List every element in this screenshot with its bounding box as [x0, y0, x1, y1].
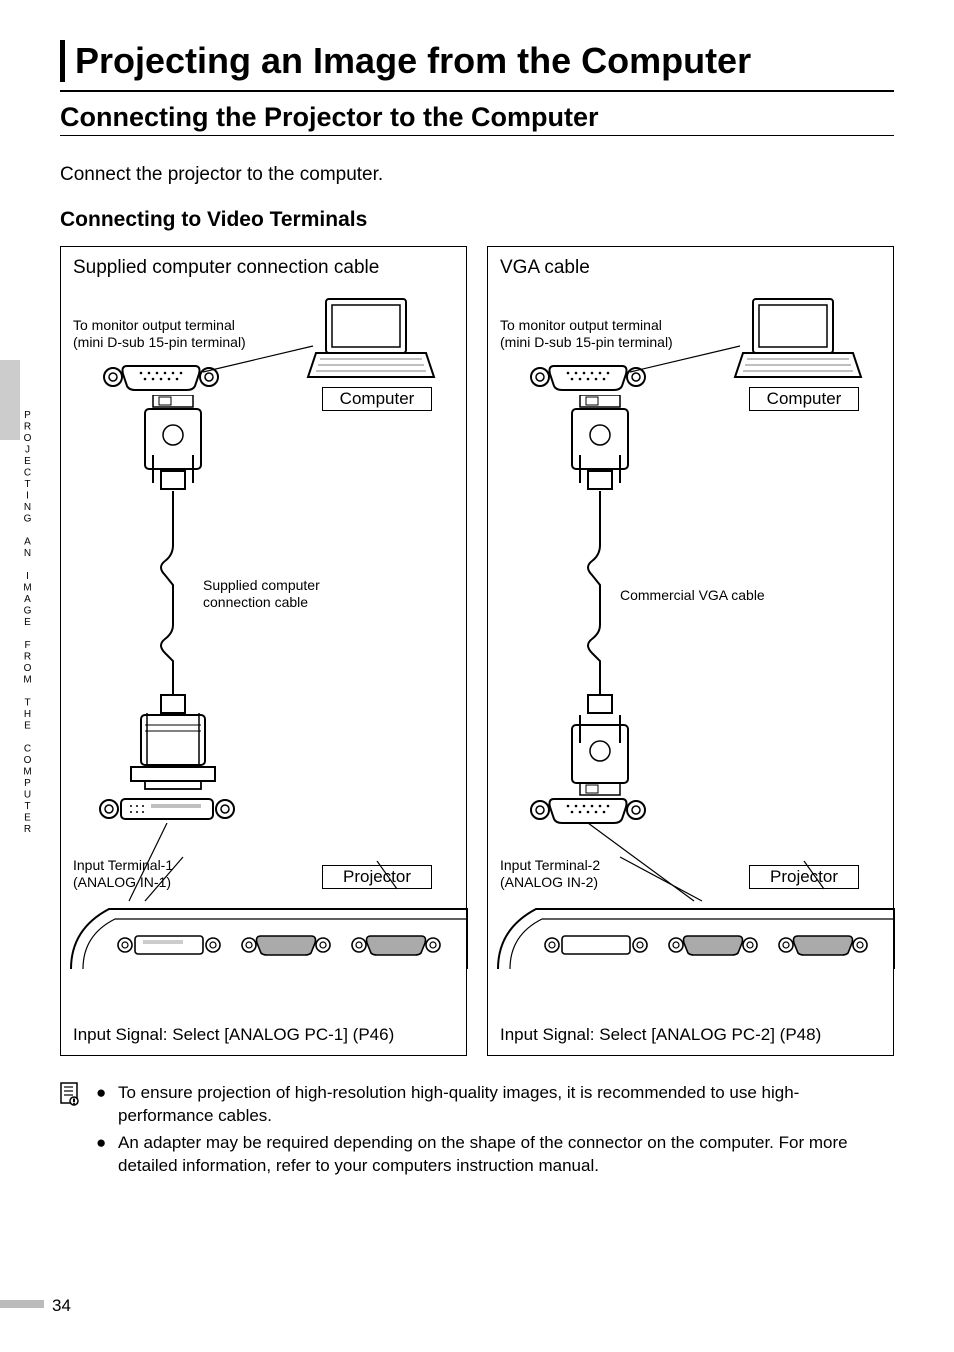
note-item-2: ● An adapter may be required depending o…: [96, 1132, 894, 1178]
note-item-1: ● To ensure projection of high-resolutio…: [96, 1082, 894, 1128]
page-title: Projecting an Image from the Computer: [75, 40, 894, 82]
diagram-left: To monitor output terminal (mini D-sub 1…: [73, 287, 454, 967]
projector-panel-left: [69, 899, 469, 971]
leader-top-left: [203, 342, 323, 382]
page-number: 34: [52, 1296, 71, 1316]
cable-assembly-right: [550, 395, 670, 815]
cable-label-left: Supplied computer connection cable: [203, 577, 320, 611]
cable-line1-r: Commercial VGA cable: [620, 587, 765, 604]
notes-list: ● To ensure projection of high-resolutio…: [96, 1082, 894, 1182]
title-block: Projecting an Image from the Computer: [60, 40, 894, 82]
laptop-icon-right: [733, 297, 863, 387]
leader-top-right: [630, 342, 750, 382]
cable-line2: connection cable: [203, 594, 320, 611]
page-content: Projecting an Image from the Computer Co…: [0, 0, 954, 1202]
note-text-2: An adapter may be required depending on …: [118, 1132, 894, 1178]
page-subtitle: Connecting the Projector to the Computer: [60, 102, 894, 133]
panel-right-title: VGA cable: [500, 257, 881, 279]
cable-label-right: Commercial VGA cable: [620, 587, 765, 604]
panels-row: Supplied computer connection cable To mo…: [60, 246, 894, 1056]
panel-left: Supplied computer connection cable To mo…: [60, 246, 467, 1056]
analog-in1-port: [97, 795, 237, 823]
subtitle-rule: [60, 135, 894, 136]
laptop-icon: [306, 297, 436, 387]
leader-bottom-left: [97, 823, 457, 903]
signal-text-right: Input Signal: Select [ANALOG PC-2] (P48): [500, 1025, 821, 1045]
monitor-line1-r: To monitor output terminal: [500, 317, 673, 334]
computer-label-left: Computer: [322, 387, 432, 411]
projector-panel-right: [496, 899, 896, 971]
note-icon: [60, 1082, 82, 1182]
footer-tab: [0, 1300, 44, 1308]
monitor-line1: To monitor output terminal: [73, 317, 246, 334]
diagram-right: To monitor output terminal (mini D-sub 1…: [500, 287, 881, 967]
leader-bottom-right: [524, 823, 884, 903]
computer-label-right: Computer: [749, 387, 859, 411]
bullet-icon: ●: [96, 1132, 110, 1178]
signal-text-left: Input Signal: Select [ANALOG PC-1] (P46): [73, 1025, 394, 1045]
bullet-icon: ●: [96, 1082, 110, 1128]
title-rule: [60, 90, 894, 92]
panel-left-title: Supplied computer connection cable: [73, 257, 454, 279]
section-heading: Connecting to Video Terminals: [60, 208, 894, 232]
intro-text: Connect the projector to the computer.: [60, 164, 894, 186]
analog-in2-port: [528, 795, 648, 825]
notes-block: ● To ensure projection of high-resolutio…: [60, 1082, 894, 1182]
cable-line1: Supplied computer: [203, 577, 320, 594]
panel-right: VGA cable To monitor output terminal (mi…: [487, 246, 894, 1056]
note-text-1: To ensure projection of high-resolution …: [118, 1082, 894, 1128]
